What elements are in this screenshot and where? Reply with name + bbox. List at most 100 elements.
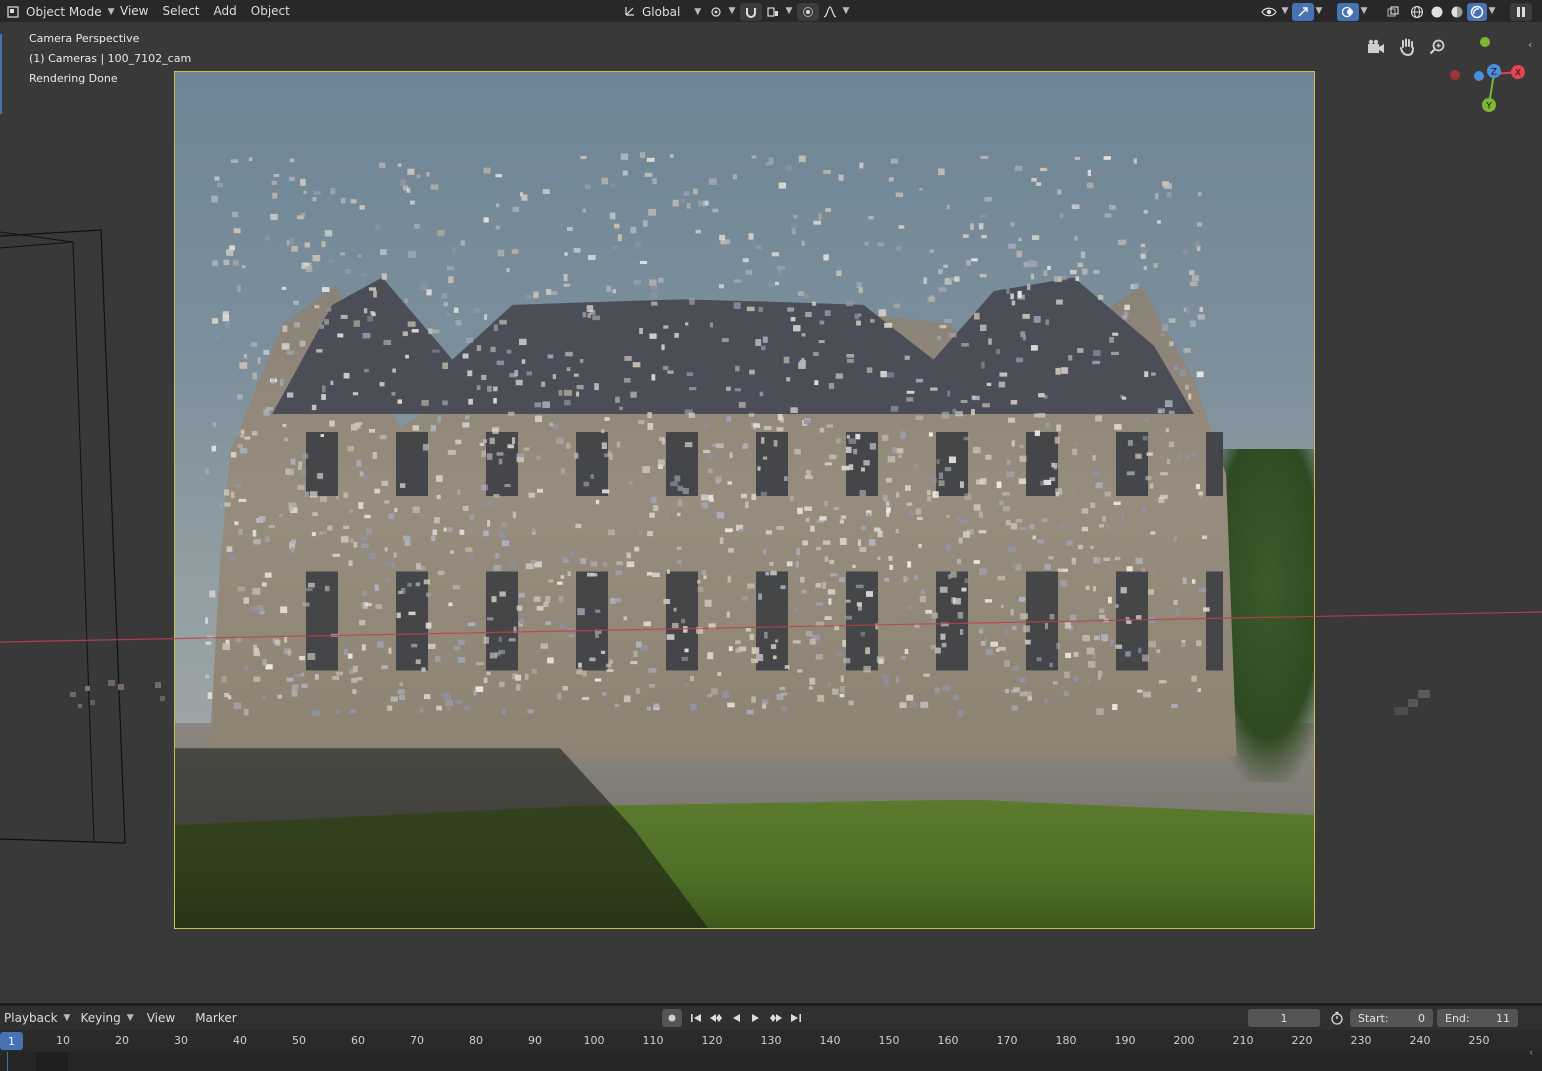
point-cloud-point [677, 485, 684, 492]
camera-icon[interactable] [1363, 34, 1389, 60]
point-cloud-point [1074, 235, 1078, 241]
point-cloud-point [864, 241, 869, 246]
play-reverse-icon[interactable] [726, 1009, 746, 1027]
point-cloud-point [835, 373, 843, 379]
point-cloud-point [455, 700, 462, 705]
point-cloud-point [900, 431, 906, 439]
frame-range-shade [36, 1052, 68, 1071]
menu-add[interactable]: Add [207, 0, 244, 22]
navigation-gizmo[interactable]: Z X Y [1440, 30, 1535, 120]
neg-y-axis-handle[interactable] [1480, 37, 1490, 47]
end-frame-field[interactable]: End: 11 [1437, 1009, 1518, 1027]
point-cloud-point [1019, 526, 1027, 531]
timeline-track[interactable]: ‹ [0, 1046, 1542, 1071]
point-cloud-point [1082, 268, 1088, 275]
menu-object[interactable]: Object [244, 0, 297, 22]
point-cloud-point [319, 324, 325, 329]
chevron-down-icon[interactable]: ▼ [1314, 6, 1324, 16]
point-cloud-point [284, 636, 288, 643]
point-cloud-point [763, 425, 772, 430]
point-cloud-point [441, 293, 448, 299]
point-cloud-point [408, 611, 416, 616]
point-cloud-point [290, 458, 296, 465]
playback-dropdown[interactable]: Playback ▼ [0, 1009, 74, 1027]
eye-icon[interactable] [1258, 3, 1280, 21]
point-cloud-point [364, 514, 371, 519]
jump-start-icon[interactable] [686, 1009, 706, 1027]
record-icon[interactable] [662, 1009, 682, 1027]
point-cloud-point [941, 642, 947, 648]
point-cloud-point [1090, 502, 1096, 508]
current-frame-indicator[interactable]: 1 [0, 1032, 23, 1050]
chevron-down-icon[interactable]: ▼ [727, 6, 737, 16]
solid-icon[interactable] [1427, 3, 1447, 21]
snap-target-icon[interactable] [762, 3, 784, 21]
point-cloud-point [1035, 182, 1042, 186]
timeline-menu-marker[interactable]: Marker [188, 1006, 243, 1030]
point-cloud-point [468, 398, 473, 405]
point-cloud-point [396, 612, 401, 619]
point-cloud-point [1197, 222, 1203, 227]
point-cloud-point [556, 437, 564, 444]
chevron-down-icon[interactable]: ▼ [841, 6, 851, 16]
collapse-sidebar-icon[interactable]: ‹ [1528, 38, 1532, 51]
neg-z-axis-handle[interactable] [1474, 71, 1484, 81]
material-icon[interactable] [1447, 3, 1467, 21]
chevron-down-icon[interactable]: ▼ [1280, 6, 1290, 16]
point-cloud-point [344, 268, 351, 274]
wireframe-icon[interactable] [1407, 3, 1427, 21]
chevron-down-icon[interactable]: ▼ [784, 6, 794, 16]
stopwatch-icon[interactable] [1327, 1009, 1347, 1027]
point-cloud-point [453, 645, 461, 651]
timeline-menu-view[interactable]: View [140, 1006, 182, 1030]
prev-keyframe-icon[interactable] [706, 1009, 726, 1027]
start-frame-field[interactable]: Start: 0 [1350, 1009, 1433, 1027]
current-frame-field[interactable]: 1 [1248, 1009, 1320, 1027]
mode-dropdown[interactable]: Object Mode ▼ [22, 3, 119, 21]
overlay-icon[interactable] [1337, 3, 1359, 21]
pause-icon[interactable] [1510, 3, 1532, 21]
point-cloud-point [1097, 294, 1104, 300]
point-cloud-point [606, 669, 614, 673]
point-cloud-point [347, 653, 353, 659]
proportional-edit-icon[interactable] [797, 3, 819, 21]
3d-viewport[interactable]: Camera Perspective (1) Cameras | 100_710… [0, 22, 1542, 1003]
magnet-icon[interactable] [740, 3, 762, 21]
collapse-icon[interactable]: ‹ [1529, 1046, 1533, 1059]
falloff-icon[interactable] [819, 3, 841, 21]
chevron-down-icon[interactable]: ▼ [1487, 6, 1497, 16]
point-cloud-point [946, 544, 952, 551]
point-cloud-point [442, 362, 449, 370]
point-cloud-point [727, 702, 735, 708]
pivot-point-icon[interactable] [705, 3, 727, 21]
hand-icon[interactable] [1394, 34, 1420, 60]
menu-select[interactable]: Select [155, 0, 206, 22]
gizmo-icon[interactable] [1292, 3, 1314, 21]
transform-orientation-dropdown[interactable]: Global ▼ [620, 3, 705, 21]
next-keyframe-icon[interactable] [766, 1009, 786, 1027]
point-cloud-point [919, 187, 923, 191]
ruler-tick-label: 220 [1291, 1034, 1313, 1047]
chevron-down-icon[interactable]: ▼ [1359, 6, 1369, 16]
point-cloud-point [971, 258, 978, 262]
point-cloud-point [770, 644, 777, 649]
point-cloud-point [706, 453, 715, 460]
point-cloud-point [839, 538, 847, 545]
point-cloud-point [407, 321, 416, 327]
editor-type-selector[interactable] [2, 0, 24, 22]
menu-view[interactable]: View [113, 0, 155, 22]
jump-end-icon[interactable] [786, 1009, 806, 1027]
point-cloud-point [373, 290, 377, 298]
timeline-ruler[interactable]: 1 10 20 30 40 50 60 70 80 90 100 110 120 130 140 150 16… [0, 1030, 1542, 1052]
keying-dropdown[interactable]: Keying ▼ [76, 1009, 137, 1027]
point-cloud-point [938, 480, 945, 487]
point-cloud-point [303, 190, 307, 195]
play-icon[interactable] [746, 1009, 766, 1027]
point-cloud-point [567, 571, 571, 576]
neg-x-axis-handle[interactable] [1450, 70, 1460, 80]
point-cloud-point [549, 422, 554, 427]
point-cloud-point [491, 596, 497, 603]
xray-icon[interactable] [1382, 3, 1404, 21]
rendered-icon[interactable] [1467, 3, 1487, 21]
point-cloud-point [562, 559, 570, 564]
